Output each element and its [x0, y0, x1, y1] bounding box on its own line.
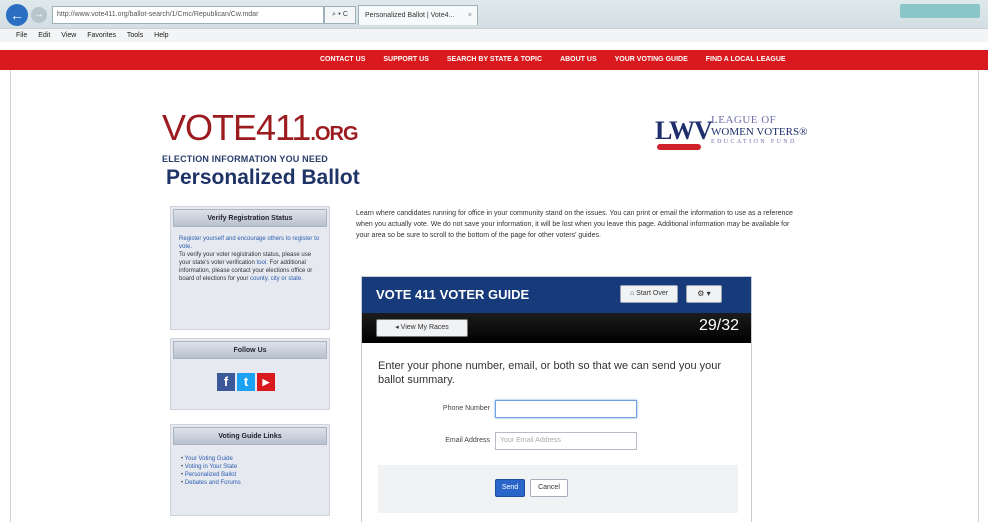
nav-about-us[interactable]: ABOUT US	[560, 50, 597, 70]
register-link[interactable]: Register yourself and encourage others t…	[179, 235, 321, 251]
menu-favorites[interactable]: Favorites	[87, 32, 116, 39]
logo-tagline: ELECTION INFORMATION YOU NEED	[162, 154, 328, 164]
page-border-left	[10, 70, 11, 522]
forward-button[interactable]: →	[31, 7, 47, 23]
email-address-input[interactable]: Your Email Address	[495, 432, 637, 450]
verify-registration-title: Verify Registration Status	[173, 209, 327, 227]
nav-contact-us[interactable]: CONTACT US	[320, 50, 365, 70]
email-address-label: Email Address	[445, 437, 490, 444]
nav-search-by-state[interactable]: SEARCH BY STATE & TOPIC	[447, 50, 542, 70]
view-my-races-button[interactable]: ◂ View My Races	[376, 319, 468, 337]
page-border-right	[978, 70, 979, 522]
phone-number-label: Phone Number	[442, 405, 490, 412]
start-over-label: Start Over	[636, 290, 669, 297]
address-bar[interactable]: http://www.vote411.org/ballot-search/1/C…	[52, 6, 324, 24]
menu-edit[interactable]: Edit	[38, 32, 50, 39]
form-actions: Send Cancel	[378, 465, 738, 513]
page-title: Personalized Ballot	[166, 166, 360, 189]
facebook-icon[interactable]: f	[217, 373, 235, 391]
voting-guide-links-title: Voting Guide Links	[173, 427, 327, 445]
lwv-logo[interactable]: LWV LEAGUE OF WOMEN VOTERS® EDUCATION FU…	[655, 114, 835, 154]
menu-tools[interactable]: Tools	[127, 32, 143, 39]
voting-guide-links-box: Voting Guide Links Your Voting Guide Vot…	[170, 424, 330, 516]
follow-us-title: Follow Us	[173, 341, 327, 359]
top-nav: CONTACT US SUPPORT US SEARCH BY STATE & …	[0, 50, 988, 70]
link-debates-and-forums[interactable]: Debates and Forums	[181, 479, 329, 487]
verify-registration-box: Verify Registration Status Register your…	[170, 206, 330, 330]
lwv-swoosh-icon	[657, 144, 701, 150]
menu-view[interactable]: View	[61, 32, 76, 39]
link-personalized-ballot[interactable]: Personalized Ballot	[181, 471, 329, 479]
form-prompt: Enter your phone number, email, or both …	[378, 360, 722, 386]
nav-your-voting-guide[interactable]: YOUR VOTING GUIDE	[615, 50, 688, 70]
youtube-icon[interactable]: ▶	[257, 373, 275, 391]
progress-counter: 29/32	[698, 317, 739, 334]
close-tab-icon[interactable]: ×	[468, 6, 472, 25]
view-my-races-label: View My Races	[400, 324, 449, 331]
lwv-line3: EDUCATION FUND	[711, 139, 797, 145]
menu-file[interactable]: File	[16, 32, 27, 39]
logo-org-text: .ORG	[310, 123, 358, 145]
intro-text: Learn where candidates running for offic…	[356, 210, 793, 239]
voter-guide-form: Enter your phone number, email, or both …	[362, 343, 751, 522]
start-over-button[interactable]: ⌂ Start Over	[620, 285, 678, 303]
lwv-line2: WOMEN VOTERS®	[711, 126, 808, 138]
link-voting-in-your-state[interactable]: Voting in Your State	[181, 463, 329, 471]
twitter-icon[interactable]: t	[237, 373, 255, 391]
follow-us-box: Follow Us f t ▶	[170, 338, 330, 410]
phone-number-input[interactable]	[495, 400, 637, 418]
voter-guide-header: VOTE 411 VOTER GUIDE ⌂ Start Over ⚙ ▾	[362, 277, 751, 313]
link-your-voting-guide[interactable]: Your Voting Guide	[181, 455, 329, 463]
nav-find-local-league[interactable]: FIND A LOCAL LEAGUE	[706, 50, 786, 70]
lwv-mark: LWV	[655, 116, 713, 145]
lwv-line1: LEAGUE OF	[711, 114, 777, 126]
voter-guide-widget: VOTE 411 VOTER GUIDE ⌂ Start Over ⚙ ▾ ◂ …	[361, 276, 752, 522]
cancel-button[interactable]: Cancel	[530, 479, 568, 497]
logo-main-text: VOTE411	[162, 107, 311, 148]
voting-guide-links-list: Your Voting Guide Voting in Your State P…	[171, 447, 329, 487]
browser-tab[interactable]: Personalized Ballot | Vote4... ×	[358, 5, 478, 25]
back-button[interactable]: ←	[6, 4, 28, 26]
window-controls[interactable]	[900, 4, 980, 18]
settings-dropdown[interactable]: ⚙ ▾	[686, 285, 722, 303]
menu-help[interactable]: Help	[154, 32, 168, 39]
verify-tool-link[interactable]: tool.	[257, 260, 268, 266]
address-bar-buttons[interactable]: ⌕ ▾ C	[324, 6, 356, 24]
voter-guide-progress-bar: ◂ View My Races 29/32	[362, 313, 751, 343]
send-button[interactable]: Send	[495, 479, 525, 497]
nav-support-us[interactable]: SUPPORT US	[383, 50, 429, 70]
tab-title: Personalized Ballot | Vote4...	[365, 12, 455, 19]
vote411-logo[interactable]: VOTE411.ORG ELECTION INFORMATION YOU NEE…	[162, 107, 382, 165]
voter-guide-title: VOTE 411 VOTER GUIDE	[376, 287, 530, 302]
menu-bar: File Edit View Favorites Tools Help	[0, 28, 988, 42]
county-city-state-link[interactable]: county, city or state.	[250, 276, 303, 282]
